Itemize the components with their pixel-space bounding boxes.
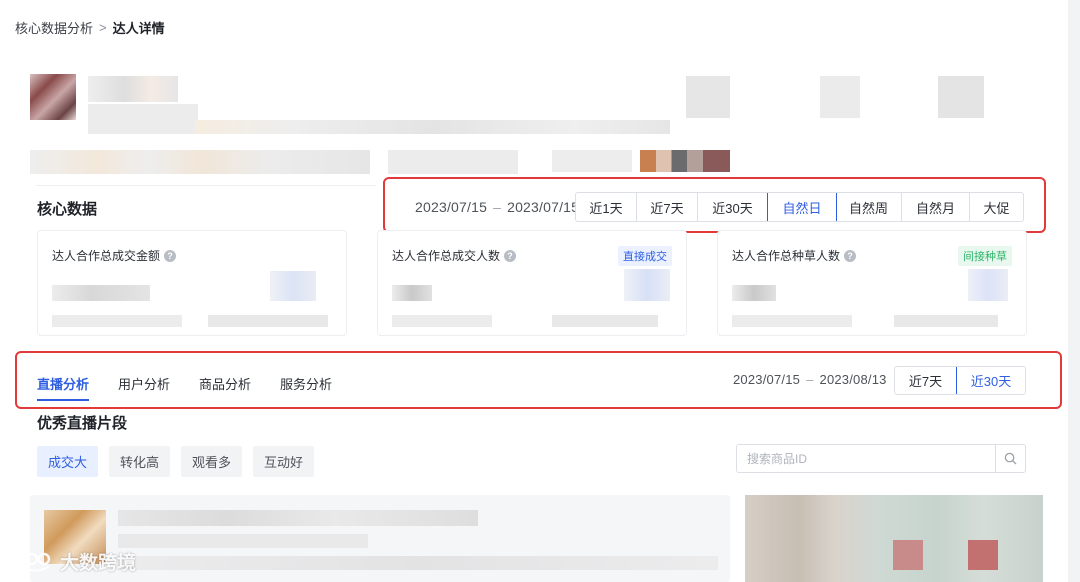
brand-logo-icon — [10, 552, 51, 572]
filter-good-interaction[interactable]: 互动好 — [253, 446, 315, 477]
period-promotion-button[interactable]: 大促 — [970, 193, 1023, 221]
metric-card-title: 达人合作总成交金额 — [52, 249, 161, 263]
metric-card-title: 达人合作总成交人数 — [392, 249, 501, 263]
search-icon[interactable] — [995, 445, 1025, 472]
tab-user-analysis[interactable]: 用户分析 — [118, 374, 170, 401]
core-data-title: 核心数据 — [37, 201, 98, 218]
period-1d-button[interactable]: 近1天 — [576, 193, 637, 221]
filter-big-deal[interactable]: 成交大 — [37, 446, 99, 477]
watermark: 大数跨境 — [8, 548, 136, 575]
analysis-period-selector: 近7天 近30天 — [894, 366, 1026, 395]
period-30d-button[interactable]: 近30天 — [698, 193, 768, 221]
avatar — [30, 74, 76, 120]
analysis-30d-button[interactable]: 近30天 — [956, 367, 1025, 394]
period-natural-week-button[interactable]: 自然周 — [836, 193, 902, 221]
filter-most-viewed[interactable]: 观看多 — [181, 446, 243, 477]
page-edge-strip — [1068, 0, 1080, 582]
analysis-7d-button[interactable]: 近7天 — [895, 367, 957, 394]
chevron-right-icon: > — [99, 20, 107, 35]
segment-filters: 成交大 转化高 观看多 互动好 — [37, 446, 315, 477]
breadcrumb: 核心数据分析 > 达人详情 — [15, 18, 165, 37]
period-natural-day-button[interactable]: 自然日 — [767, 193, 837, 221]
breadcrumb-parent[interactable]: 核心数据分析 — [15, 18, 93, 37]
live-segments-title: 优秀直播片段 — [37, 415, 128, 432]
question-circle-icon[interactable]: ? — [504, 249, 517, 262]
filter-high-conversion[interactable]: 转化高 — [109, 446, 171, 477]
watermark-text: 大数跨境 — [60, 553, 137, 574]
product-id-search-input[interactable] — [737, 445, 995, 472]
question-circle-icon[interactable]: ? — [844, 249, 857, 262]
analysis-date-range[interactable]: 2023/07/15–2023/08/13 — [733, 372, 887, 387]
metric-card-title: 达人合作总种草人数 — [732, 249, 841, 263]
indirect-seeding-badge: 间接种草 — [958, 246, 1012, 266]
direct-deal-badge: 直接成交 — [618, 246, 672, 266]
metric-card-gmv: 达人合作总成交金额? — [37, 230, 347, 336]
core-period-selector: 近1天 近7天 近30天 自然日 自然周 自然月 大促 — [575, 192, 1024, 222]
tab-product-analysis[interactable]: 商品分析 — [199, 374, 251, 401]
tab-live-analysis[interactable]: 直播分析 — [37, 374, 90, 401]
metric-card-seeding: 达人合作总种草人数? 间接种草 — [717, 230, 1027, 336]
analysis-tabs: 直播分析 用户分析 商品分析 服务分析 — [37, 374, 361, 401]
header-divider — [36, 185, 376, 186]
breadcrumb-current: 达人详情 — [112, 21, 165, 36]
period-7d-button[interactable]: 近7天 — [637, 193, 698, 221]
product-search — [736, 444, 1026, 473]
metric-card-buyers: 达人合作总成交人数? 直接成交 — [377, 230, 687, 336]
tab-service-analysis[interactable]: 服务分析 — [280, 374, 332, 401]
question-circle-icon[interactable]: ? — [164, 249, 177, 262]
core-date-range[interactable]: 2023/07/15–2023/07/15 — [415, 199, 579, 215]
period-natural-month-button[interactable]: 自然月 — [902, 193, 970, 221]
